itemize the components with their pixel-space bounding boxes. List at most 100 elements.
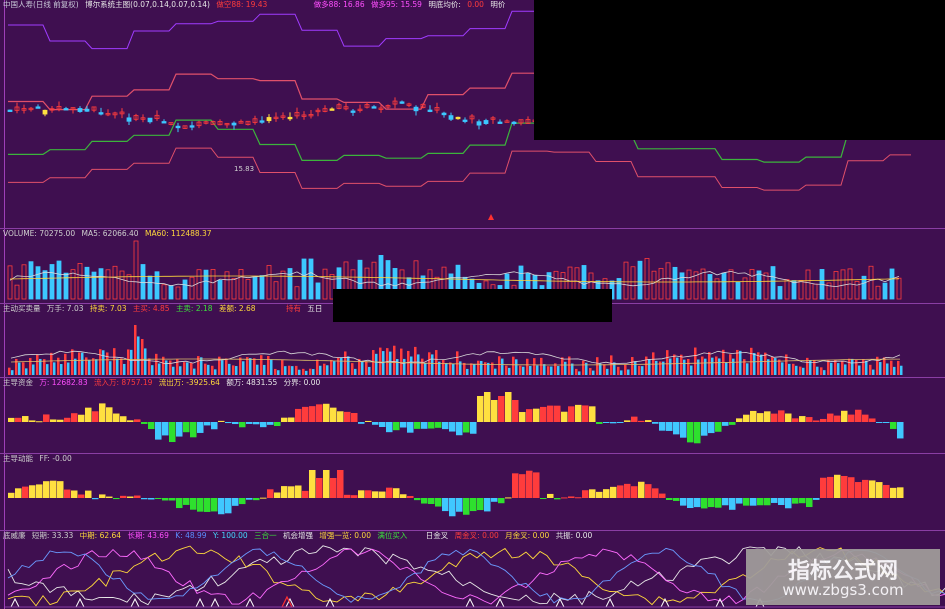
capital-bar	[176, 422, 183, 437]
momentum-bar	[526, 470, 533, 498]
volume-bar	[287, 268, 293, 300]
momentum-bar	[281, 486, 288, 498]
sell-volume-bar	[634, 361, 637, 375]
sell-volume-bar	[60, 364, 63, 375]
momentum-bar	[365, 490, 372, 498]
capital-bar	[484, 392, 491, 422]
capital-bar	[869, 418, 876, 422]
volume-bar	[301, 258, 307, 300]
momentum-bar	[659, 493, 666, 498]
momentum-bar	[729, 498, 736, 510]
volume-bar	[231, 278, 237, 300]
candle-body	[329, 108, 335, 111]
capital-bar	[267, 422, 274, 425]
capital-bar	[631, 416, 638, 422]
momentum-bar	[218, 498, 225, 515]
buy-volume-bar	[253, 358, 256, 375]
williams-buy: 满位买入	[377, 531, 408, 540]
momentum-bar	[176, 498, 183, 509]
volume-bar	[686, 269, 692, 300]
sell-volume-bar	[774, 358, 777, 375]
capital-bar	[225, 422, 232, 424]
buy-volume-bar	[477, 360, 480, 375]
momentum-axis-line	[4, 454, 5, 530]
volume-bar	[196, 269, 202, 300]
capital-bar	[561, 411, 568, 422]
buy-volume-bar	[246, 357, 249, 375]
sell-volume-bar	[830, 362, 833, 375]
momentum-bar	[519, 474, 526, 498]
sell-volume-bar	[620, 370, 623, 375]
capital-bar	[281, 417, 288, 422]
momentum-bar	[477, 498, 484, 511]
sell-volume-bar	[298, 369, 301, 375]
buy-volume-bar	[792, 363, 795, 375]
capital-bar	[701, 422, 708, 436]
capital-bar	[470, 422, 477, 434]
volume-bar	[217, 279, 223, 300]
sell-volume-bar	[46, 364, 49, 375]
sell-volume-bar	[249, 358, 252, 375]
momentum-bar	[841, 475, 848, 498]
momentum-bar	[435, 498, 442, 507]
momentum-bar	[743, 498, 750, 506]
candle-body	[147, 117, 153, 123]
momentum-bar	[330, 478, 337, 498]
momentum-bar	[694, 498, 701, 508]
capital-bar	[610, 422, 617, 424]
volume-bar	[252, 276, 258, 300]
volume-bar	[805, 269, 811, 300]
buy-volume-bar	[512, 356, 515, 375]
momentum-panel[interactable]: 主导动能 FF: -0.00	[0, 454, 945, 530]
buy-volume-bar	[50, 352, 53, 375]
capital-bar	[379, 422, 386, 428]
candle-body	[42, 109, 48, 115]
momentum-bar	[449, 498, 456, 517]
williams-k: K: 48.99	[175, 531, 207, 540]
momentum-header: 主导动能 FF: -0.00	[3, 454, 76, 464]
williams-y: Y: 100.00	[212, 531, 248, 540]
momentum-bar	[134, 495, 141, 498]
buy-volume-bar	[183, 362, 186, 375]
sell-volume-bar	[802, 367, 805, 375]
buy-volume-bar	[239, 357, 242, 375]
capital-bar	[659, 422, 666, 431]
capital-wan: 万: 12682.83	[39, 378, 88, 387]
candle-body	[189, 125, 195, 128]
sell-volume-bar	[823, 370, 826, 375]
candle-body	[448, 115, 454, 120]
williams-jihui: 机会增强	[282, 531, 313, 540]
capital-bar	[519, 412, 526, 422]
momentum-bar	[22, 486, 29, 498]
williams-header: 底威廉 短期: 33.33 中期: 62.64 长期: 43.69 K: 48.…	[3, 531, 596, 541]
capital-bar	[295, 408, 302, 422]
volume-bar	[763, 272, 769, 300]
momentum-bar	[274, 492, 281, 498]
momentum-bar	[750, 498, 757, 506]
sell-volume-bar	[739, 350, 742, 375]
buy-volume-bar	[134, 325, 137, 375]
momentum-bar	[372, 491, 379, 498]
volume-bar	[749, 269, 755, 300]
trade-axis-line	[4, 304, 5, 377]
buy-volume-bar	[204, 363, 207, 375]
buy-volume-bar	[659, 361, 662, 375]
momentum-bar	[141, 498, 148, 500]
capital-panel[interactable]: 主导资金 万: 12682.83 流入万: 8757.19 流出万: -3925…	[0, 378, 945, 453]
buy-volume-bar	[281, 360, 284, 375]
sell-volume-bar	[844, 364, 847, 375]
capital-bar	[834, 415, 841, 422]
momentum-bar	[813, 498, 820, 500]
volume-bar	[896, 277, 902, 300]
sell-volume-bar	[256, 364, 259, 375]
buy-volume-bar	[393, 345, 396, 375]
sell-volume-bar	[466, 368, 469, 375]
capital-bar	[71, 413, 78, 422]
sell-volume-bar	[375, 353, 378, 375]
momentum-bar	[512, 473, 519, 498]
buy-volume-bar	[71, 349, 74, 375]
capital-bar	[736, 418, 743, 422]
volume-bar	[756, 270, 762, 300]
signal-triangle-icon	[495, 597, 505, 608]
buy-volume-bar	[596, 357, 599, 375]
